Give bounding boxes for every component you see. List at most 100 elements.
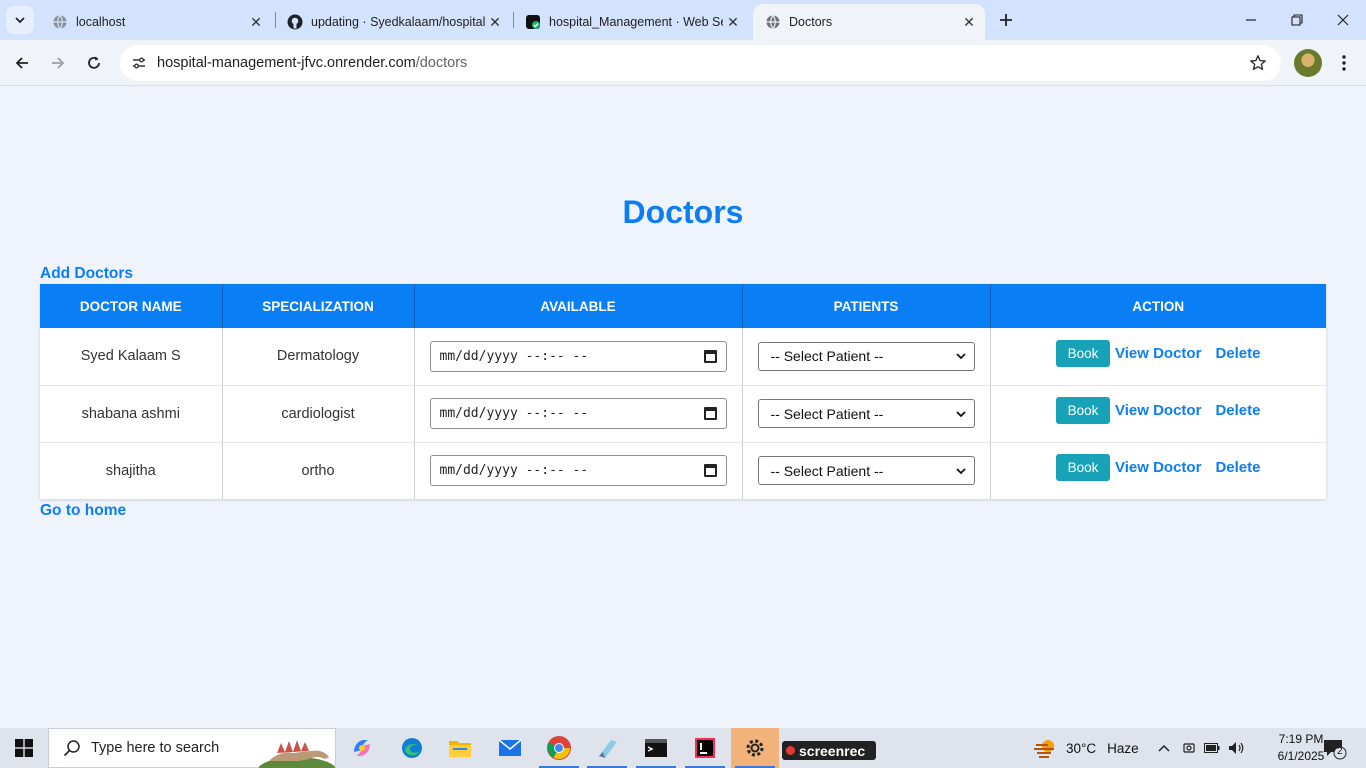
url-host: hospital-management-jfvc.onrender.com — [157, 55, 416, 71]
weather-widget[interactable]: 30°C Haze — [1034, 728, 1139, 768]
go-to-home-link[interactable]: Go to home — [40, 502, 126, 520]
settings-gear-icon[interactable] — [731, 728, 779, 768]
browser-menu-button[interactable] — [1332, 49, 1356, 77]
tab-search-button[interactable] — [6, 6, 34, 34]
datetime-placeholder: mm/dd/yyyy --:-- -- — [439, 348, 589, 364]
close-icon[interactable]: ✕ — [959, 12, 979, 32]
screenrec-label: screenrec — [799, 742, 866, 759]
back-button[interactable] — [7, 48, 37, 78]
render-icon — [525, 14, 541, 30]
column-header: ACTION — [990, 284, 1326, 328]
plus-icon — [1000, 14, 1012, 26]
intellij-icon[interactable] — [681, 728, 729, 768]
show-hidden-icons-button[interactable] — [1154, 728, 1174, 768]
browser-tab-strip: localhost ✕ updating · Syedkalaam/hospit… — [0, 0, 1366, 40]
tab-render[interactable]: hospital_Management · Web Se ✕ — [513, 4, 749, 40]
page-content: Doctors Add Doctors DOCTOR NAME SPECIALI… — [0, 87, 1366, 728]
notification-center-button[interactable]: 2 — [1322, 737, 1348, 761]
notification-icon — [1324, 740, 1347, 760]
book-button[interactable]: Book — [1056, 339, 1111, 367]
address-bar[interactable]: hospital-management-jfvc.onrender.com/do… — [120, 45, 1281, 81]
file-explorer-icon[interactable] — [436, 728, 484, 768]
battery-icon[interactable] — [1202, 728, 1222, 768]
screenrec-app[interactable]: screenrec — [782, 741, 876, 760]
minimize-button[interactable] — [1228, 0, 1274, 40]
row-actions: Book View Doctor Delete — [1056, 397, 1260, 424]
start-button[interactable] — [0, 728, 48, 768]
chevron-down-icon — [955, 410, 966, 417]
available-cell: mm/dd/yyyy --:-- -- — [414, 385, 743, 443]
reload-button[interactable] — [79, 48, 109, 78]
chrome-icon[interactable] — [535, 728, 583, 768]
taskbar-clock[interactable]: 7:19 PM 6/1/2025 — [1276, 731, 1326, 765]
search-icon — [63, 740, 80, 757]
patient-select[interactable]: -- Select Patient -- — [757, 399, 975, 428]
windows-taskbar: Type here to search screenrec 30°C Haze — [0, 728, 1366, 768]
delete-link[interactable]: Delete — [1215, 459, 1260, 476]
weather-condition: Haze — [1107, 740, 1139, 756]
doctor-name-cell: shabana ashmi — [40, 385, 223, 443]
specialization-cell: Dermatology — [222, 328, 415, 386]
chevron-down-icon — [955, 468, 966, 475]
site-info-icon[interactable] — [126, 50, 152, 76]
notepad-icon[interactable] — [583, 728, 631, 768]
available-cell: mm/dd/yyyy --:-- -- — [414, 442, 743, 499]
calendar-icon[interactable] — [703, 464, 717, 478]
column-header: AVAILABLE — [414, 284, 743, 328]
mail-icon[interactable] — [486, 728, 534, 768]
specialization-cell: ortho — [222, 442, 415, 499]
meet-now-icon[interactable] — [1180, 728, 1198, 768]
calendar-icon[interactable] — [703, 407, 717, 420]
notification-count: 2 — [1337, 746, 1343, 757]
close-window-button[interactable] — [1320, 0, 1366, 40]
patients-cell: -- Select Patient -- — [742, 385, 991, 443]
available-datetime-input[interactable]: mm/dd/yyyy --:-- -- — [429, 455, 727, 487]
table-row: shabana ashmi cardiologist mm/dd/yyyy --… — [40, 385, 1326, 443]
haze-weather-icon — [1034, 740, 1054, 758]
view-doctor-link[interactable]: View Doctor — [1115, 402, 1201, 419]
view-doctor-link[interactable]: View Doctor — [1115, 459, 1201, 476]
delete-link[interactable]: Delete — [1215, 345, 1260, 362]
book-button[interactable]: Book — [1056, 454, 1111, 482]
close-icon[interactable]: ✕ — [246, 12, 266, 32]
patient-select[interactable]: -- Select Patient -- — [757, 456, 975, 486]
tab-github[interactable]: updating · Syedkalaam/hospital ✕ — [275, 4, 511, 40]
more-vertical-icon — [1342, 55, 1346, 71]
url-text: hospital-management-jfvc.onrender.com/do… — [157, 55, 467, 71]
doctors-table: DOCTOR NAME SPECIALIZATION AVAILABLE PAT… — [40, 284, 1326, 499]
tab-localhost[interactable]: localhost ✕ — [40, 4, 272, 40]
patients-cell: -- Select Patient -- — [742, 328, 991, 386]
new-tab-button[interactable] — [994, 8, 1018, 32]
action-cell: Book View Doctor Delete — [990, 442, 1326, 499]
profile-avatar[interactable] — [1294, 49, 1322, 77]
column-header: DOCTOR NAME — [40, 284, 223, 328]
edge-browser-icon[interactable] — [388, 728, 436, 768]
forward-button[interactable] — [43, 48, 73, 78]
patient-select[interactable]: -- Select Patient -- — [757, 341, 975, 371]
copilot-icon[interactable] — [338, 728, 386, 768]
page-title: Doctors — [622, 194, 744, 230]
patient-select-value: -- Select Patient -- — [770, 462, 884, 479]
globe-icon — [765, 14, 781, 30]
available-datetime-input[interactable]: mm/dd/yyyy --:-- -- — [429, 340, 727, 372]
table-row: Syed Kalaam S Dermatology mm/dd/yyyy --:… — [40, 328, 1326, 386]
volume-icon[interactable] — [1226, 728, 1248, 768]
delete-link[interactable]: Delete — [1215, 402, 1260, 419]
view-doctor-link[interactable]: View Doctor — [1115, 345, 1201, 362]
calendar-icon[interactable] — [703, 349, 717, 363]
patient-select-value: -- Select Patient -- — [770, 405, 884, 422]
available-datetime-input[interactable]: mm/dd/yyyy --:-- -- — [429, 398, 727, 429]
terminal-icon[interactable] — [632, 728, 680, 768]
windows-logo-icon — [15, 739, 33, 757]
tab-doctors[interactable]: Doctors ✕ — [753, 4, 985, 40]
bookmark-star-icon[interactable] — [1247, 52, 1269, 74]
book-button[interactable]: Book — [1056, 397, 1111, 424]
reload-icon — [88, 56, 100, 69]
restore-button[interactable] — [1274, 0, 1320, 40]
close-icon[interactable]: ✕ — [723, 12, 743, 32]
tab-title: updating · Syedkalaam/hospital — [311, 15, 485, 29]
datetime-placeholder: mm/dd/yyyy --:-- -- — [439, 463, 589, 479]
add-doctors-link[interactable]: Add Doctors — [40, 265, 133, 283]
close-icon[interactable]: ✕ — [485, 12, 505, 32]
taskbar-search[interactable]: Type here to search — [48, 728, 336, 768]
